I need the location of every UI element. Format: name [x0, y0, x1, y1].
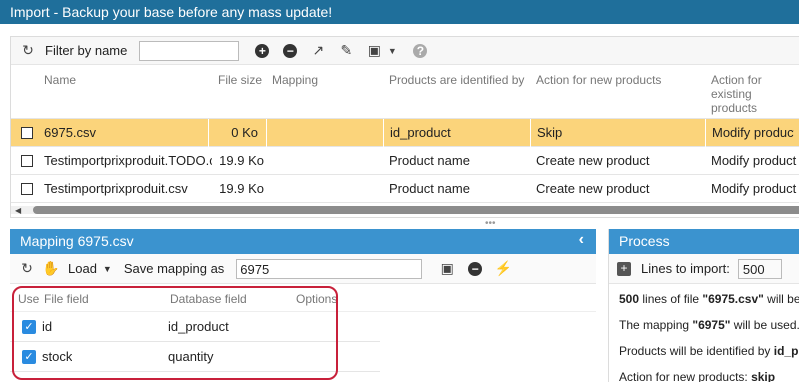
mapping-panel-title: Mapping 6975.csv: [20, 233, 134, 249]
mapping-cell[interactable]: [266, 119, 376, 147]
files-grid-body: 6975.csv 0 Ko id_product Skip Modify product…: [11, 119, 799, 203]
process-panel-header: Process: [609, 229, 799, 254]
edit-icon[interactable]: ✎: [337, 42, 355, 60]
row-checkbox[interactable]: [21, 183, 33, 195]
column-header-mapping[interactable]: Mapping: [272, 65, 318, 87]
action-existing-cell[interactable]: Modify product: [711, 175, 799, 203]
mapping-toolbar: ↻ ✋ Load ▼ Save mapping as 6975 ▣ − ⚡: [10, 254, 596, 284]
add-square-icon[interactable]: +: [617, 261, 631, 276]
remove-icon[interactable]: −: [281, 42, 299, 60]
process-panel: Process + Lines to import: 500 500 lines…: [608, 229, 799, 382]
row-checkbox[interactable]: [21, 155, 33, 167]
mapping-name-input[interactable]: 6975: [236, 258, 423, 279]
column-header-size[interactable]: File size: [218, 65, 262, 87]
window-title: Import - Backup your base before any mas…: [0, 0, 799, 24]
process-toolbar: + Lines to import: 500: [609, 254, 799, 284]
process-message: Products will be identified by id_pr: [619, 344, 799, 358]
save-mapping-label: Save mapping as: [123, 261, 225, 276]
file-name-cell[interactable]: Testimportprixproduit.TODO.csv: [44, 147, 212, 175]
save-disk-icon[interactable]: ▣: [365, 42, 383, 60]
mapping-cell[interactable]: [272, 175, 382, 203]
mapping-panel-header: Mapping 6975.csv ‹: [10, 229, 596, 254]
load-mapping-icon[interactable]: ✋: [42, 260, 60, 278]
row-checkbox[interactable]: [21, 127, 33, 139]
panel-splitter-handle[interactable]: •••: [485, 218, 496, 229]
files-panel: ↻ Filter by name + − ↗ ✎ ▣ ▼ ? Name File…: [10, 36, 799, 218]
collapse-left-icon[interactable]: ‹: [579, 231, 584, 249]
horizontal-scrollbar[interactable]: ◀: [11, 205, 799, 215]
open-external-icon[interactable]: ↗: [309, 42, 327, 60]
load-button[interactable]: Load: [68, 261, 97, 276]
help-icon[interactable]: ?: [411, 42, 429, 60]
lines-to-import-input[interactable]: 500: [737, 258, 782, 279]
column-header-identified-by[interactable]: Products are identified by: [389, 65, 524, 87]
import-window: Import - Backup your base before any mas…: [0, 0, 799, 382]
file-name-cell[interactable]: 6975.csv: [44, 119, 212, 147]
file-size-cell[interactable]: 19.9 Ko: [214, 175, 264, 203]
lines-to-import-label: Lines to import:: [641, 261, 730, 276]
action-new-cell[interactable]: Skip: [530, 119, 698, 147]
files-toolbar: ↻ Filter by name + − ↗ ✎ ▣ ▼ ?: [11, 37, 799, 65]
filter-input[interactable]: [139, 40, 240, 61]
process-message: The mapping "6975" will be used.: [619, 318, 799, 332]
filter-label: Filter by name: [45, 43, 128, 58]
file-row[interactable]: Testimportprixproduit.csv 19.9 Ko Product …: [11, 175, 799, 203]
lightning-icon[interactable]: ⚡: [494, 260, 512, 278]
file-size-cell[interactable]: 19.9 Ko: [214, 147, 264, 175]
process-summary: 500 lines of file "6975.csv" will be The…: [609, 284, 799, 382]
column-header-action-new[interactable]: Action for new products: [536, 65, 661, 87]
process-message: 500 lines of file "6975.csv" will be: [619, 292, 799, 306]
scroll-left-icon[interactable]: ◀: [15, 206, 21, 215]
column-header-name[interactable]: Name: [44, 65, 76, 87]
action-new-cell[interactable]: Create new product: [536, 175, 704, 203]
identified-by-cell[interactable]: Product name: [389, 175, 529, 203]
file-row[interactable]: 6975.csv 0 Ko id_product Skip Modify product: [11, 119, 799, 147]
save-disk-icon[interactable]: ▣: [438, 260, 456, 278]
action-existing-cell[interactable]: Modify product: [705, 119, 794, 147]
annotation-highlight: [12, 286, 338, 380]
process-panel-title: Process: [619, 233, 670, 249]
refresh-icon[interactable]: ↻: [18, 260, 36, 278]
remove-icon[interactable]: −: [466, 260, 484, 278]
column-header-action-existing[interactable]: Action for existing products: [711, 65, 799, 115]
file-row[interactable]: Testimportprixproduit.TODO.csv 19.9 Ko Pro…: [11, 147, 799, 175]
dropdown-caret-icon[interactable]: ▼: [383, 42, 401, 60]
mapping-cell[interactable]: [272, 147, 382, 175]
file-size-cell[interactable]: 0 Ko: [208, 119, 258, 147]
action-new-cell[interactable]: Create new product: [536, 147, 704, 175]
identified-by-cell[interactable]: Product name: [389, 147, 529, 175]
add-icon[interactable]: +: [253, 42, 271, 60]
scrollbar-thumb[interactable]: [33, 206, 799, 214]
identified-by-cell[interactable]: id_product: [383, 119, 523, 147]
files-grid-header: Name File size Mapping Products are iden…: [11, 65, 799, 119]
load-dropdown-caret-icon[interactable]: ▼: [103, 264, 112, 274]
refresh-icon[interactable]: ↻: [19, 42, 37, 60]
file-name-cell[interactable]: Testimportprixproduit.csv: [44, 175, 212, 203]
action-existing-cell[interactable]: Modify product: [711, 147, 799, 175]
process-message: Action for new products: skip: [619, 370, 776, 382]
